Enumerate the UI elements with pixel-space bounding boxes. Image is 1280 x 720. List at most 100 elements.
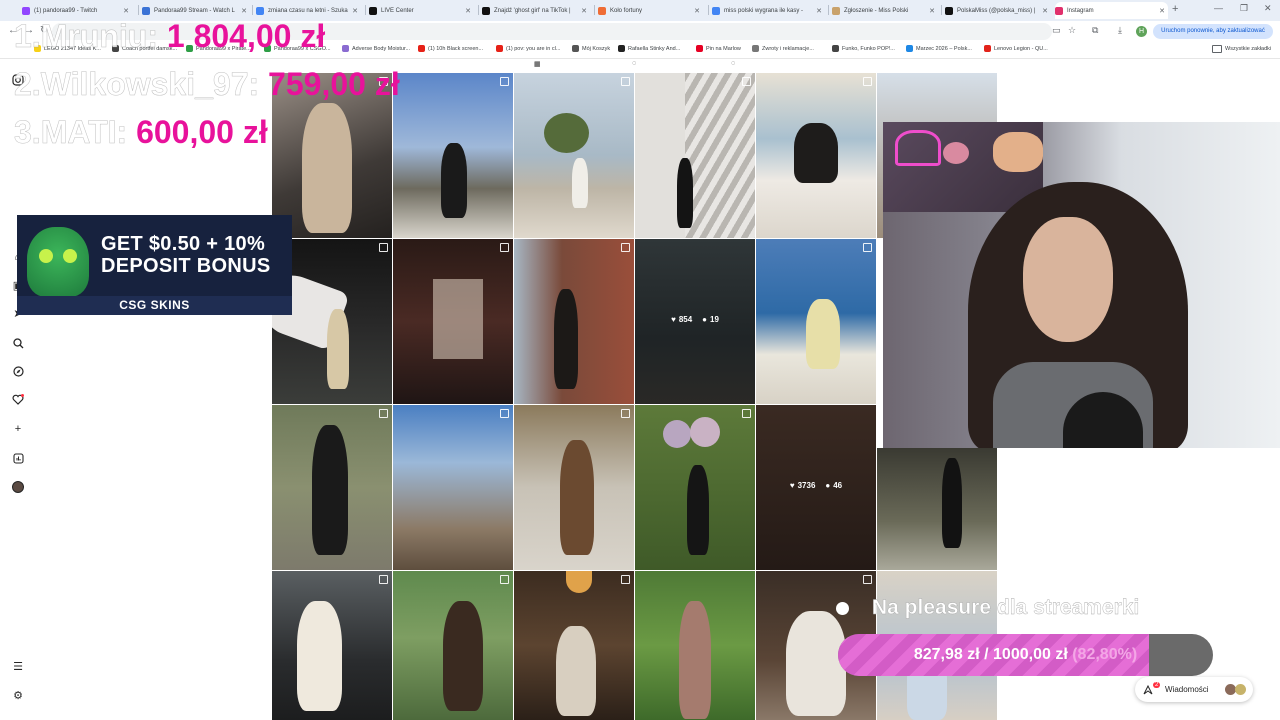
tagged-tab-icon[interactable]: ◌ (731, 60, 735, 67)
tab-favicon-icon (832, 6, 840, 15)
bookmark-item[interactable]: Zwroty i reklamacje... (752, 45, 814, 52)
post-hover-stats: ♥ 854 ● 19 (671, 315, 719, 324)
browser-tab[interactable]: LIVE Center ✕ (369, 2, 474, 19)
post-tile[interactable] (635, 405, 755, 570)
dashboard-icon[interactable] (11, 451, 25, 465)
browser-tab-active[interactable]: Instagram ✕ (1055, 2, 1168, 19)
explore-icon[interactable] (11, 364, 25, 378)
carousel-icon (500, 575, 509, 584)
browser-tab[interactable]: Pandoraa99 Stream - Watch L ✕ (142, 2, 250, 19)
create-plus-icon[interactable]: + (11, 422, 25, 436)
close-tab-icon[interactable]: ✕ (1159, 7, 1168, 15)
bookmark-item[interactable]: Rafaella Stinky And... (618, 45, 680, 52)
carousel-icon (863, 575, 872, 584)
all-bookmarks-button[interactable]: Wszystkie zakładki (1212, 45, 1271, 53)
tab-favicon-icon (482, 6, 490, 15)
close-tab-icon[interactable]: ✕ (816, 7, 825, 15)
bookmark-item[interactable]: Mój Koszyk (572, 45, 610, 52)
carousel-icon (742, 409, 751, 418)
carousel-icon (742, 77, 751, 86)
close-tab-icon[interactable]: ✕ (123, 7, 132, 15)
post-tile[interactable] (635, 73, 755, 238)
new-tab-plus-icon[interactable]: + (1172, 3, 1178, 15)
leaderboard-entry: 1.Mruniu: 1 804,00 zł (14, 18, 326, 55)
donation-goal-title: Na pleasure dla streamerki (872, 596, 1140, 619)
carousel-icon (621, 243, 630, 252)
carousel-icon (621, 409, 630, 418)
sponsor-ad-banner: GET $0.50 + 10% DEPOSIT BONUS CSG SKINS (17, 215, 292, 315)
post-tile[interactable] (756, 73, 876, 238)
post-tile[interactable]: ♥ 3736 ● 46 (756, 405, 876, 570)
bookmark-item[interactable]: Marzec 2026 – Polsk... (906, 45, 972, 52)
post-tile[interactable] (272, 571, 392, 720)
close-tab-icon[interactable]: ✕ (352, 7, 361, 15)
post-tile[interactable] (272, 405, 392, 570)
bookmark-item[interactable]: Lenovo Legion - QU... (984, 45, 1048, 52)
carousel-icon (863, 243, 872, 252)
notifications-heart-icon[interactable] (11, 392, 25, 406)
extensions-icon[interactable]: ⧉ (1092, 25, 1098, 36)
browser-tab[interactable]: Znajdź 'ghost girl' na TikTok | ✕ (482, 2, 590, 19)
browser-tab[interactable]: zmiana czasu na letni - Szuka ✕ (256, 2, 361, 19)
folder-icon (1212, 45, 1222, 53)
browser-tab[interactable]: miss polski wygrana ile kasy - ✕ (712, 2, 825, 19)
ad-subheadline: DEPOSIT BONUS (101, 255, 271, 277)
close-tab-icon[interactable]: ✕ (581, 7, 590, 15)
bookmark-item[interactable]: Pin na Marlow (696, 45, 741, 52)
avatar (1235, 684, 1246, 695)
donation-goal-text: 827,98 zł / 1000,00 zł (82,80%) (913, 646, 1138, 663)
post-tile[interactable] (393, 405, 513, 570)
profile-avatar[interactable]: H (1136, 26, 1147, 37)
maximize-icon[interactable]: ❐ (1240, 3, 1248, 14)
post-tile[interactable] (393, 73, 513, 238)
downloads-icon[interactable]: ⤓ (1118, 25, 1122, 36)
leaderboard-entry: 2.Wilkowski_97: 759,00 zł (14, 66, 400, 103)
bookmark-favicon-icon (752, 45, 759, 52)
bookmark-favicon-icon (618, 45, 625, 52)
post-tile[interactable] (514, 405, 634, 570)
close-tab-icon[interactable]: ✕ (929, 7, 938, 15)
bookmark-item[interactable]: (1) pov: you are in cl... (496, 45, 560, 52)
profile-avatar-icon[interactable] (11, 480, 25, 494)
bookmark-item[interactable]: Funko, Funko POP!... (832, 45, 895, 52)
carousel-icon (621, 575, 630, 584)
update-restart-button[interactable]: Uruchom ponownie, aby zaktualizować (1153, 24, 1273, 39)
bookmark-favicon-icon (906, 45, 913, 52)
search-icon[interactable] (11, 336, 25, 350)
post-tile[interactable] (514, 239, 634, 404)
post-tile[interactable] (393, 571, 513, 720)
browser-tab[interactable]: PolskaMiss (@polska_miss) | ✕ (945, 2, 1051, 19)
ad-headline: GET $0.50 + 10% (101, 233, 266, 255)
close-tab-icon[interactable]: ✕ (694, 7, 703, 15)
bookmark-item[interactable]: Adverse Body Moistur... (342, 45, 410, 52)
post-tile[interactable] (756, 239, 876, 404)
close-tab-icon[interactable]: ✕ (465, 7, 474, 15)
reels-tab-icon[interactable]: ◌ (632, 60, 636, 67)
browser-tab[interactable]: (1) pandoraa99 - Twitch ✕ (22, 2, 132, 19)
browser-tab[interactable]: Koło fortuny ✕ (598, 2, 703, 19)
minimize-icon[interactable]: — (1214, 3, 1223, 13)
post-tile[interactable]: ♥ 854 ● 19 (635, 239, 755, 404)
menu-icon[interactable]: ☰ (11, 659, 25, 673)
post-tile[interactable] (514, 73, 634, 238)
close-window-icon[interactable]: ✕ (1264, 3, 1272, 14)
tab-favicon-icon (142, 6, 150, 15)
browser-tab[interactable]: Zgłoszenie - Miss Polski ✕ (832, 2, 938, 19)
posts-tab-grid-icon[interactable]: ▦ (534, 60, 541, 68)
bookmark-item[interactable]: (1) 10h Black screen... (418, 45, 483, 52)
carousel-icon (379, 243, 388, 252)
post-tile[interactable] (635, 571, 755, 720)
close-tab-icon[interactable]: ✕ (1042, 7, 1051, 15)
close-tab-icon[interactable]: ✕ (241, 7, 250, 15)
bookmark-star-icon[interactable]: ☆ (1068, 25, 1076, 36)
post-tile[interactable] (393, 239, 513, 404)
post-tile[interactable] (877, 448, 997, 570)
bookmark-favicon-icon (696, 45, 703, 52)
heart-icon: ♥ (789, 481, 795, 490)
also-from-meta-icon[interactable]: ⚙ (11, 688, 25, 702)
messages-button[interactable]: 2 Wiadomości (1135, 677, 1253, 702)
streamer-webcam (883, 122, 1280, 448)
post-tile[interactable] (514, 571, 634, 720)
cast-icon[interactable]: ▭ (1052, 25, 1061, 36)
tab-favicon-icon (256, 6, 264, 15)
